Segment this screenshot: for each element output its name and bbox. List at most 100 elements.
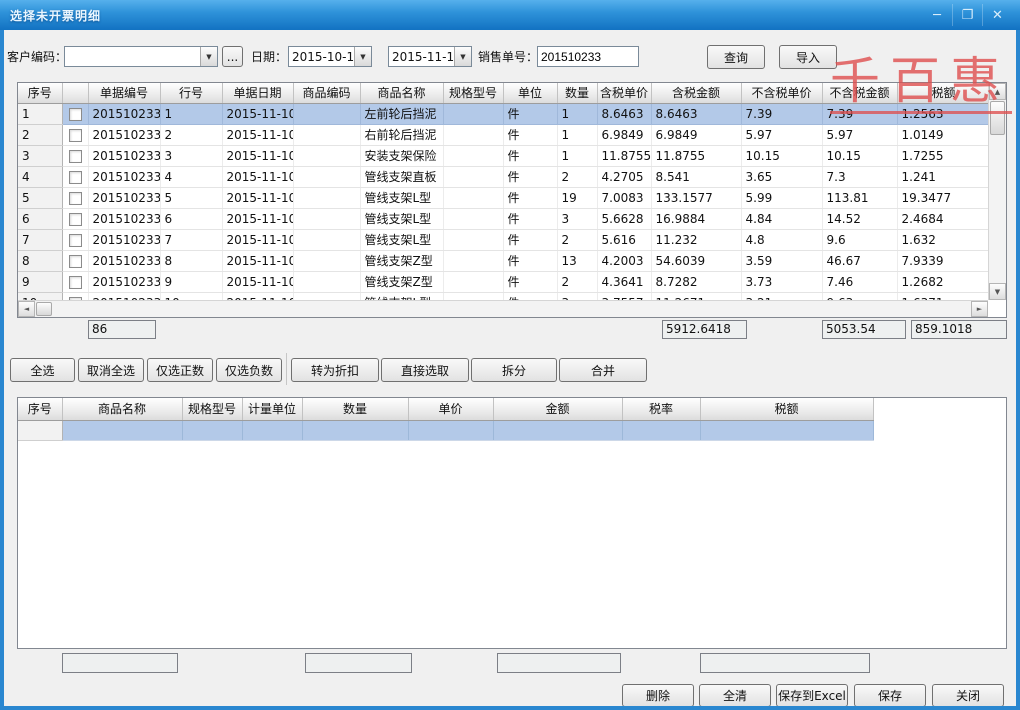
cell-price-with-tax[interactable]: 5.616 [597,229,651,250]
split-button[interactable]: 拆分 [471,358,557,382]
cell-amount-no-tax[interactable]: 9.63 [822,292,897,300]
cell-price-with-tax[interactable]: 11.8755 [597,145,651,166]
col-check[interactable] [62,83,88,103]
cell-spec[interactable] [443,145,503,166]
cell-product-name[interactable]: 右前轮后挡泥 [360,124,443,145]
chevron-down-icon[interactable]: ▼ [354,47,371,66]
cell-product-code[interactable] [293,271,360,292]
table-row[interactable]: 820151023382015-11-10管线支架Z型件134.200354.6… [18,250,988,271]
cell-tax[interactable]: 1.2682 [897,271,988,292]
col-qty[interactable]: 数量 [557,83,597,103]
cell-price-no-tax[interactable]: 7.39 [741,103,822,124]
cell-tax[interactable]: 1.632 [897,229,988,250]
cell-product-name[interactable] [62,420,182,440]
cell-tax[interactable]: 1.6371 [897,292,988,300]
cell-spec[interactable] [443,124,503,145]
table-row[interactable]: 120151023312015-11-10左前轮后挡泥件18.64638.646… [18,103,988,124]
cell-amount-with-tax[interactable]: 11.2671 [651,292,741,300]
cell-tax-rate[interactable] [622,420,700,440]
cell-product-name[interactable]: 管线支架直板 [360,166,443,187]
checkbox-cell[interactable] [62,271,88,292]
cell-product-code[interactable] [293,124,360,145]
cell-unit[interactable]: 件 [503,208,557,229]
table-row[interactable]: 620151023362015-11-10管线支架L型件35.662816.98… [18,208,988,229]
chevron-down-icon[interactable]: ▼ [454,47,471,66]
col-product-name[interactable]: 商品名称 [360,83,443,103]
cell-qty[interactable]: 2 [557,229,597,250]
cell-spec[interactable] [443,250,503,271]
cell-price-with-tax[interactable]: 4.2705 [597,166,651,187]
cell-spec[interactable] [443,187,503,208]
cell-qty[interactable]: 1 [557,103,597,124]
cell-amount-no-tax[interactable]: 14.52 [822,208,897,229]
cell-product-name[interactable]: 管线支架L型 [360,208,443,229]
cell-product-code[interactable] [293,166,360,187]
cell-price-no-tax[interactable]: 5.99 [741,187,822,208]
checkbox-cell[interactable] [62,187,88,208]
cell-unit[interactable]: 件 [503,103,557,124]
cell-tax[interactable]: 1.7255 [897,145,988,166]
cell-product-name[interactable]: 安装支架保险 [360,145,443,166]
cell-doc-no[interactable]: 201510233 [88,292,160,300]
scroll-up-button[interactable]: ▲ [989,83,1006,100]
table-row[interactable]: 220151023322015-11-10右前轮后挡泥件16.98496.984… [18,124,988,145]
cell-qty[interactable]: 13 [557,250,597,271]
cell-doc-date[interactable]: 2015-11-10 [222,229,293,250]
col2-seq[interactable]: 序号 [18,398,62,420]
cell-amount-with-tax[interactable]: 6.9849 [651,124,741,145]
table-row[interactable]: 420151023342015-11-10管线支架直板件24.27058.541… [18,166,988,187]
cell-amount-with-tax[interactable]: 11.8755 [651,145,741,166]
cell-tax[interactable]: 7.9339 [897,250,988,271]
cell-doc-date[interactable]: 2015-11-10 [222,271,293,292]
row-number[interactable]: 3 [18,145,62,166]
cell-amount-no-tax[interactable]: 7.46 [822,271,897,292]
cell-unit[interactable]: 件 [503,292,557,300]
row-number[interactable]: 9 [18,271,62,292]
cell-unit[interactable]: 件 [503,145,557,166]
cell-line-no[interactable]: 1 [160,103,222,124]
row-number[interactable] [18,420,62,440]
table-row[interactable]: 10201510233102015-11-10管线支架L型件33.755711.… [18,292,988,300]
cell-doc-date[interactable]: 2015-11-10 [222,208,293,229]
cell-amount-no-tax[interactable]: 9.6 [822,229,897,250]
cell-price-with-tax[interactable]: 7.0083 [597,187,651,208]
cell-line-no[interactable]: 8 [160,250,222,271]
cell-qty[interactable]: 3 [557,292,597,300]
scroll-left-button[interactable]: ◄ [18,301,35,317]
cell-qty[interactable]: 2 [557,166,597,187]
checkbox-cell[interactable] [62,124,88,145]
cell-product-code[interactable] [293,103,360,124]
cell-product-name[interactable]: 管线支架Z型 [360,250,443,271]
row-checkbox[interactable] [69,129,82,142]
cell-doc-no[interactable]: 201510233 [88,250,160,271]
row-number[interactable]: 6 [18,208,62,229]
cell-amount-no-tax[interactable]: 113.81 [822,187,897,208]
cell-amount-with-tax[interactable]: 8.541 [651,166,741,187]
cell-line-no[interactable]: 9 [160,271,222,292]
cell-doc-no[interactable]: 201510233 [88,103,160,124]
select-all-button[interactable]: 全选 [10,358,75,382]
cell-amount[interactable] [493,420,622,440]
cell-product-name[interactable]: 管线支架L型 [360,292,443,300]
horizontal-scrollbar[interactable]: ◄ ► [18,300,988,317]
to-discount-button[interactable]: 转为折扣 [291,358,379,382]
cell-doc-date[interactable]: 2015-11-10 [222,292,293,300]
cell-doc-no[interactable]: 201510233 [88,166,160,187]
col-product-code[interactable]: 商品编码 [293,83,360,103]
col-doc-no[interactable]: 单据编号 [88,83,160,103]
row-number[interactable]: 5 [18,187,62,208]
cell-tax[interactable]: 1.241 [897,166,988,187]
col-amount-no-tax[interactable]: 不含税金额 [822,83,897,103]
col-unit[interactable]: 单位 [503,83,557,103]
col-seq[interactable]: 序号 [18,83,62,103]
cell-product-code[interactable] [293,145,360,166]
row-checkbox[interactable] [69,108,82,121]
cell-line-no[interactable]: 3 [160,145,222,166]
cell-amount-with-tax[interactable]: 133.1577 [651,187,741,208]
deselect-all-button[interactable]: 取消全选 [78,358,144,382]
cell-tax[interactable]: 1.2563 [897,103,988,124]
titlebar[interactable]: 选择未开票明细 ─ ❐ ✕ [0,0,1020,30]
col2-price[interactable]: 单价 [408,398,493,420]
cell-amount-with-tax[interactable]: 8.7282 [651,271,741,292]
col2-tax[interactable]: 税额 [700,398,873,420]
